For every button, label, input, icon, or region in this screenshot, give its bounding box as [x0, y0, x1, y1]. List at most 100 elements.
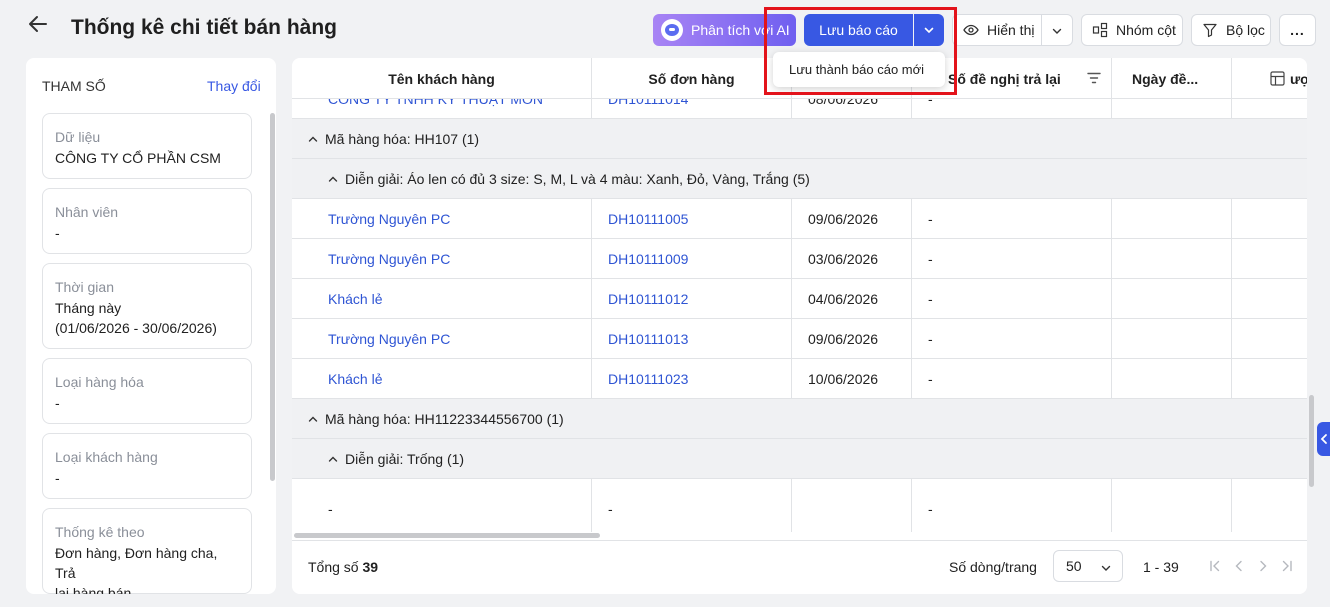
- filter-button[interactable]: Bộ lọc: [1191, 14, 1271, 46]
- chevron-left-icon: [1320, 434, 1327, 444]
- chevron-down-icon[interactable]: [1051, 25, 1063, 37]
- save-report-button[interactable]: Lưu báo cáo: [804, 14, 913, 46]
- table-row[interactable]: Trường Nguyên PC DH10111005 09/06/2026 -: [292, 199, 1307, 239]
- page-range: 1 - 39: [1143, 559, 1179, 575]
- param-label: Thời gian: [55, 279, 114, 295]
- ai-avatar-icon: [661, 19, 683, 41]
- display-button[interactable]: Hiển thị: [952, 14, 1073, 46]
- param-label: Nhân viên: [55, 204, 119, 220]
- param-value: CÔNG TY CỔ PHẦN CSM: [55, 150, 221, 166]
- order-cell[interactable]: DH10111005: [592, 199, 792, 239]
- rows-per-page-select[interactable]: 50: [1053, 550, 1123, 582]
- param-value: Đơn hàng, Đơn hàng cha, Trả: [55, 545, 218, 581]
- chevron-up-icon: [308, 416, 318, 422]
- group-columns-icon: [1092, 22, 1108, 38]
- column-header-request-date[interactable]: Ngày đề...: [1112, 58, 1232, 99]
- column-header-partial[interactable]: ượ: [1232, 58, 1307, 99]
- horizontal-scrollbar[interactable]: [294, 533, 600, 538]
- order-cell[interactable]: DH10111012: [592, 279, 792, 319]
- param-card-employee[interactable]: Nhân viên -: [42, 188, 252, 254]
- chevron-down-icon: [924, 27, 934, 34]
- column-header-return-request-label: Số đề nghị trả lại: [948, 70, 1061, 87]
- first-page-icon[interactable]: [1206, 556, 1224, 576]
- param-card-product-type[interactable]: Loại hàng hóa -: [42, 358, 252, 424]
- param-card-time[interactable]: Thời gian Tháng này (01/06/2026 - 30/06/…: [42, 263, 252, 349]
- table-row[interactable]: Khách lẻ DH10111012 04/06/2026 -: [292, 279, 1307, 319]
- previous-page-icon[interactable]: [1230, 556, 1248, 576]
- order-cell[interactable]: DH10111009: [592, 239, 792, 279]
- column-header-order[interactable]: Số đơn hàng: [592, 58, 792, 99]
- group-columns-label: Nhóm cột: [1116, 22, 1176, 38]
- column-header-partial-label: ượ: [1290, 70, 1307, 87]
- param-card-data[interactable]: Dữ liệu CÔNG TY CỔ PHẦN CSM: [42, 113, 252, 179]
- parameters-scrollbar[interactable]: [270, 113, 275, 481]
- column-filter-icon[interactable]: [1087, 72, 1101, 84]
- order-cell[interactable]: DH10111013: [592, 319, 792, 359]
- group-toggle[interactable]: Mã hàng hóa: HH11223344556700 (1): [308, 399, 564, 439]
- date-cell: 10/06/2026: [792, 359, 912, 399]
- customer-cell[interactable]: Trường Nguyên PC: [292, 239, 592, 279]
- order-cell[interactable]: DH10111014: [592, 99, 792, 119]
- order-cell[interactable]: DH10111023: [592, 359, 792, 399]
- chevron-up-icon: [328, 456, 338, 462]
- request-cell: -: [912, 359, 1112, 399]
- group-row-product[interactable]: Mã hàng hóa: HH11223344556700 (1): [292, 399, 1307, 439]
- param-card-statistic-by[interactable]: Thống kê theo Đơn hàng, Đơn hàng cha, Tr…: [42, 508, 252, 594]
- group-toggle[interactable]: Mã hàng hóa: HH107 (1): [308, 119, 479, 159]
- chevron-down-icon: [1101, 565, 1111, 571]
- param-label: Thống kê theo: [55, 524, 145, 540]
- parameters-panel: THAM SỐ Thay đổi Dữ liệu CÔNG TY CỔ PHẦN…: [26, 58, 276, 594]
- group-label: Diễn giải: Trống (1): [345, 451, 465, 467]
- customer-cell[interactable]: Trường Nguyên PC: [292, 199, 592, 239]
- group-label: Mã hàng hóa: HH107 (1): [325, 131, 480, 147]
- group-toggle[interactable]: Diễn giải: Áo len có đủ 3 size: S, M, L …: [328, 159, 810, 199]
- group-columns-button[interactable]: Nhóm cột: [1081, 14, 1183, 46]
- param-value: Tháng này: [55, 300, 122, 316]
- change-parameters-link[interactable]: Thay đổi: [207, 78, 261, 94]
- group-row-description[interactable]: Diễn giải: Trống (1): [292, 439, 1307, 479]
- customer-cell[interactable]: Khách lẻ: [292, 359, 592, 399]
- customer-cell[interactable]: CÔNG TY TNHH KỸ THUẬT MÔN: [292, 99, 592, 119]
- request-cell: -: [912, 199, 1112, 239]
- save-as-new-report-menu-item[interactable]: Lưu thành báo cáo mới: [773, 52, 945, 87]
- next-page-icon[interactable]: [1254, 556, 1272, 576]
- empty-cell: [1112, 279, 1232, 319]
- column-settings-icon[interactable]: [1270, 71, 1285, 86]
- param-label: Loại hàng hóa: [55, 374, 144, 390]
- group-toggle[interactable]: Diễn giải: Trống (1): [328, 439, 464, 479]
- table-row[interactable]: Trường Nguyên PC DH10111009 03/06/2026 -: [292, 239, 1307, 279]
- param-value: -: [55, 470, 60, 486]
- empty-cell: [1112, 319, 1232, 359]
- display-label: Hiển thị: [987, 22, 1035, 38]
- date-cell: 09/06/2026: [792, 319, 912, 359]
- table-row[interactable]: Trường Nguyên PC DH10111013 09/06/2026 -: [292, 319, 1307, 359]
- side-panel-toggle[interactable]: [1317, 422, 1330, 456]
- last-page-icon[interactable]: [1278, 556, 1296, 576]
- page-title: Thống kê chi tiết bán hàng: [71, 16, 338, 39]
- total-value: 39: [362, 559, 379, 575]
- filter-label: Bộ lọc: [1226, 22, 1265, 38]
- param-value: -: [55, 225, 60, 241]
- column-header-customer[interactable]: Tên khách hàng: [292, 58, 592, 99]
- vertical-scrollbar[interactable]: [1309, 395, 1314, 487]
- customer-cell[interactable]: Khách lẻ: [292, 279, 592, 319]
- table-row[interactable]: - - -: [292, 479, 1307, 532]
- chevron-up-icon: [328, 176, 338, 182]
- back-arrow-icon[interactable]: [26, 12, 52, 36]
- save-as-new-report-label: Lưu thành báo cáo mới: [789, 62, 925, 77]
- top-bar: Thống kê chi tiết bán hàng Phân tích với…: [0, 0, 1330, 58]
- eye-icon: [963, 24, 979, 36]
- more-button[interactable]: ...: [1279, 14, 1316, 46]
- ai-analysis-button[interactable]: Phân tích với AI: [653, 14, 796, 46]
- group-row-product[interactable]: Mã hàng hóa: HH107 (1): [292, 119, 1307, 159]
- param-label: Dữ liệu: [55, 129, 101, 145]
- group-row-description[interactable]: Diễn giải: Áo len có đủ 3 size: S, M, L …: [292, 159, 1307, 199]
- table-row[interactable]: Khách lẻ DH10111023 10/06/2026 -: [292, 359, 1307, 399]
- table-row[interactable]: CÔNG TY TNHH KỸ THUẬT MÔN DH10111014 08/…: [292, 99, 1307, 119]
- date-cell: 03/06/2026: [792, 239, 912, 279]
- customer-cell[interactable]: Trường Nguyên PC: [292, 319, 592, 359]
- param-card-customer-type[interactable]: Loại khách hàng -: [42, 433, 252, 499]
- param-value-range: (01/06/2026 - 30/06/2026): [55, 320, 217, 336]
- request-cell: -: [912, 279, 1112, 319]
- save-report-dropdown-button[interactable]: [914, 14, 944, 46]
